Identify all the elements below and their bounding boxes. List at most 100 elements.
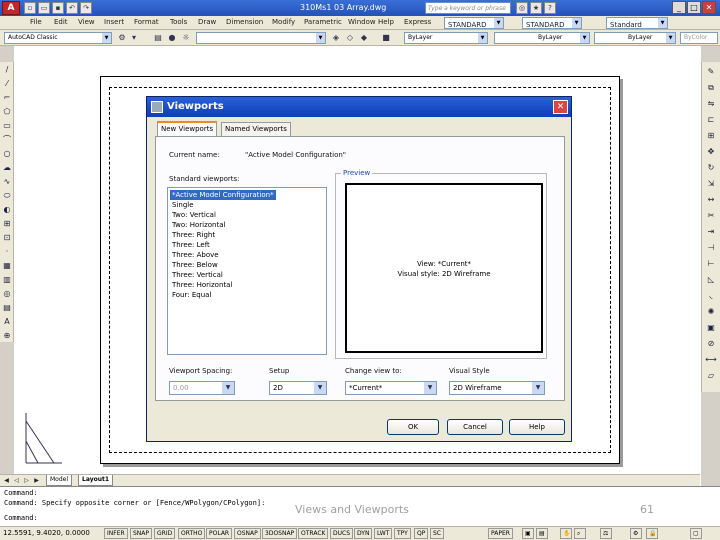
list-item[interactable]: Four: Equal [170,290,213,300]
copy-icon[interactable]: ⧉ [705,82,717,94]
menu-tools[interactable]: Tools [170,18,187,26]
standard-viewports-list[interactable]: *Active Model Configuration* Single Two:… [167,187,327,355]
scale-icon[interactable]: ⇲ [705,178,717,190]
rotate-icon[interactable]: ↻ [705,162,717,174]
spline-icon[interactable]: ∿ [1,176,13,188]
mirror-icon[interactable]: ⇋ [705,98,717,110]
last-tab-icon[interactable]: ▶ [32,476,41,485]
layer-combo[interactable]: ▼ [196,32,326,44]
status-ortho[interactable]: ORTHO [178,528,206,539]
list-item[interactable]: Three: Below [170,260,220,270]
visual-style-select[interactable]: 2D Wireframe ▼ [449,381,545,395]
tab-named-viewports[interactable]: Named Viewports [221,122,291,136]
menu-help[interactable]: Help [378,18,394,26]
color-combo[interactable]: ByLayer ▼ [404,32,488,44]
array-icon[interactable]: ⊞ [705,130,717,142]
properties-icon[interactable]: ▣ [705,322,717,334]
annotation-scale-icon[interactable]: ⚖ [600,528,612,539]
list-item[interactable]: Three: Vertical [170,270,225,280]
add-selected-icon[interactable]: ⊕ [1,330,13,342]
binoculars-icon[interactable]: ◎ [516,2,528,14]
layer-properties-icon[interactable]: ▤ [152,32,164,44]
help-button[interactable]: Help [509,419,565,435]
tab-model[interactable]: Model [46,475,73,486]
layer-match-icon[interactable]: ◆ [358,32,370,44]
menu-dimension[interactable]: Dimension [226,18,263,26]
tab-layout1[interactable]: Layout1 [78,475,114,486]
status-dyn[interactable]: DYN [354,528,373,539]
new-file-icon[interactable]: ▫ [24,2,36,14]
command-prompt[interactable]: Command: [4,514,38,522]
status-paper[interactable]: PAPER [488,528,513,539]
make-current-icon[interactable]: ◇ [344,32,356,44]
list-item[interactable]: Three: Horizontal [170,280,234,290]
menu-view[interactable]: View [78,18,95,26]
status-osnap[interactable]: OSNAP [234,528,261,539]
ellipse-arc-icon[interactable]: ◐ [1,204,13,216]
polyline-icon[interactable]: ⌐ [1,92,13,104]
menu-modify[interactable]: Modify [272,18,295,26]
join-icon[interactable]: ⊢ [705,258,717,270]
status-sc[interactable]: SC [430,528,444,539]
status-polar[interactable]: POLAR [206,528,233,539]
app-logo-icon[interactable]: A [2,1,20,15]
help-icon[interactable]: ? [544,2,556,14]
color-swatch-icon[interactable]: ■ [380,32,392,44]
ellipse-icon[interactable]: ⬭ [1,190,13,202]
trim-icon[interactable]: ✂ [705,210,717,222]
construction-line-icon[interactable]: ⁄ [1,78,13,90]
hatch-icon[interactable]: ▦ [1,260,13,272]
text-style-combo[interactable]: STANDARD ▼ [444,17,504,29]
list-item[interactable]: Three: Above [170,250,221,260]
status-grid[interactable]: GRID [154,528,176,539]
gradient-icon[interactable]: ▥ [1,274,13,286]
revcloud-icon[interactable]: ☁ [1,162,13,174]
preview-pane[interactable]: View: *Current* Visual style: 2D Wirefra… [345,183,543,353]
menu-parametric[interactable]: Parametric [304,18,342,26]
sun-icon[interactable]: ☼ [180,32,192,44]
prev-tab-icon[interactable]: ◁ [12,476,21,485]
toolbar-lock-icon[interactable]: ▾ [128,32,140,44]
menu-file[interactable]: File [30,18,42,26]
pan-icon[interactable]: ✋ [560,528,572,539]
coordinates-readout[interactable]: 12.5591, 9.4020, 0.0000 [3,529,90,537]
list-item[interactable]: Three: Left [170,240,212,250]
open-file-icon[interactable]: ▭ [38,2,50,14]
erase-icon[interactable]: ✎ [705,66,717,78]
offset-icon[interactable]: ⊏ [705,114,717,126]
setup-select[interactable]: 2D ▼ [269,381,327,395]
viewport-spacing-input[interactable]: 0.00 ▼ [169,381,235,395]
status-otrack[interactable]: OTRACK [298,528,329,539]
menu-edit[interactable]: Edit [54,18,68,26]
insert-block-icon[interactable]: ⊞ [1,218,13,230]
status-3dosnap[interactable]: 3DOSNAP [262,528,298,539]
layer-previous-icon[interactable]: ◈ [330,32,342,44]
clean-screen-icon[interactable]: ▢ [690,528,702,539]
status-ducs[interactable]: DUCS [330,528,354,539]
lineweight-combo[interactable]: ByLayer ▼ [594,32,676,44]
explode-icon[interactable]: ✺ [705,306,717,318]
menu-draw[interactable]: Draw [198,18,216,26]
fillet-icon[interactable]: ◟ [705,290,717,302]
quick-view-layouts-icon[interactable]: ▣ [522,528,534,539]
lightbulb-icon[interactable]: ● [166,32,178,44]
next-tab-icon[interactable]: ▷ [22,476,31,485]
menu-format[interactable]: Format [134,18,159,26]
arc-icon[interactable]: ⌒ [1,134,13,146]
maximize-button[interactable]: □ [687,1,701,14]
menu-window[interactable]: Window [348,18,376,26]
dialog-close-button[interactable]: ✕ [553,100,568,114]
redo-icon[interactable]: ↷ [80,2,92,14]
status-snap[interactable]: SNAP [130,528,153,539]
table-icon[interactable]: ▤ [1,302,13,314]
list-item[interactable]: Two: Horizontal [170,220,227,230]
menu-insert[interactable]: Insert [104,18,124,26]
status-infer[interactable]: INFER [104,528,128,539]
dialog-title-bar[interactable]: Viewports ✕ [147,97,571,117]
match-properties-icon[interactable]: ⊘ [705,338,717,350]
move-icon[interactable]: ✥ [705,146,717,158]
first-tab-icon[interactable]: ◀ [2,476,11,485]
chamfer-icon[interactable]: ◺ [705,274,717,286]
break-icon[interactable]: ⊣ [705,242,717,254]
circle-icon[interactable]: ○ [1,148,13,160]
